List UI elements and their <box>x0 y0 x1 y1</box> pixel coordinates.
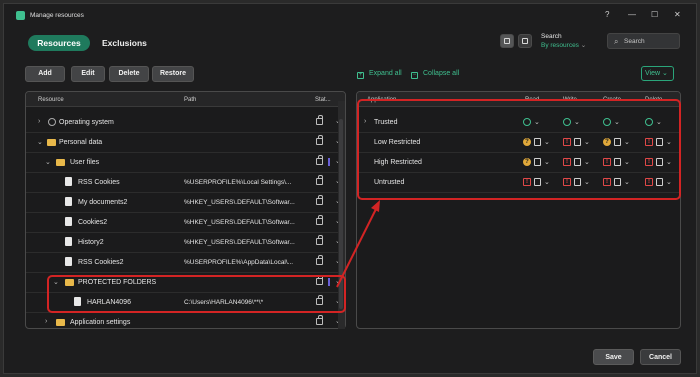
annotation-arrow <box>336 200 380 288</box>
save-button[interactable]: Save <box>593 349 634 365</box>
cancel-button[interactable]: Cancel <box>640 349 681 365</box>
manage-resources-window: Manage resources ? — ☐ ✕ Resources Exclu… <box>3 3 697 374</box>
